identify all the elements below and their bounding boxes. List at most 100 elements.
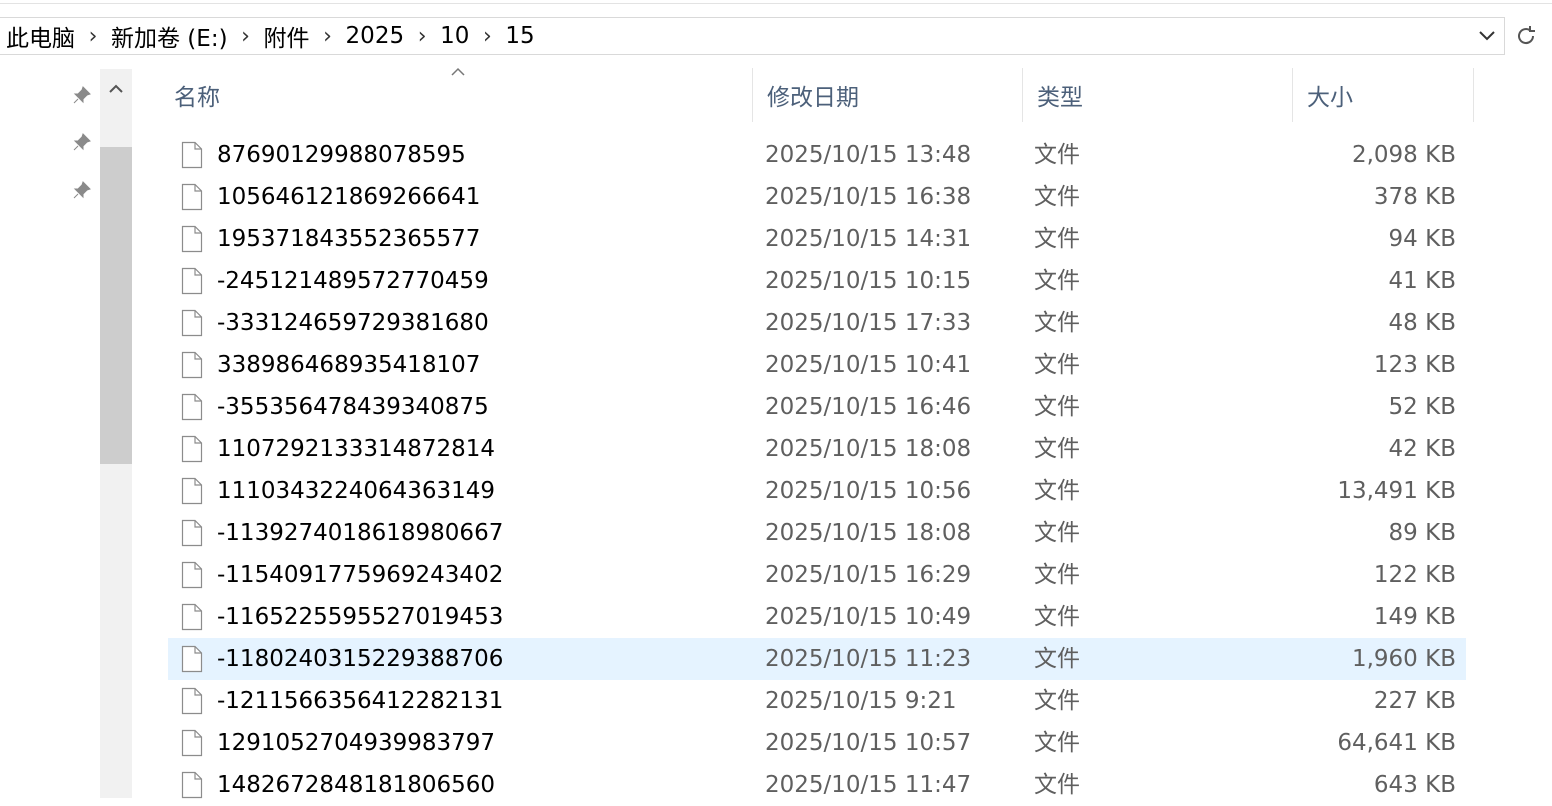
file-modified-date: 2025/10/15 17:33 <box>765 310 972 336</box>
file-name: 338986468935418107 <box>217 352 481 378</box>
chevron-down-icon <box>1479 31 1495 41</box>
file-type: 文件 <box>1034 184 1080 210</box>
file-row[interactable]: -1154091775969243402 2025/10/15 16:29 文件 12… <box>168 554 1466 596</box>
file-size: 149 KB <box>1373 604 1456 630</box>
chevron-right-icon[interactable]: › <box>232 17 260 55</box>
chevron-right-icon[interactable]: › <box>408 17 436 55</box>
column-header-name[interactable]: 名称 <box>160 67 753 122</box>
column-header-label: 类型 <box>1037 85 1083 111</box>
breadcrumb-item-year[interactable]: 2025 <box>342 23 409 49</box>
file-name: -1154091775969243402 <box>217 562 504 588</box>
address-history-dropdown-button[interactable] <box>1470 18 1504 54</box>
file-modified-date: 2025/10/15 11:23 <box>765 646 972 672</box>
file-row[interactable]: 87690129988078595 2025/10/15 13:48 文件 2,098… <box>168 134 1466 176</box>
file-type: 文件 <box>1034 268 1080 294</box>
file-row[interactable]: -1139274018618980667 2025/10/15 18:08 文件 89… <box>168 512 1466 554</box>
file-row[interactable]: 195371843552365577 2025/10/15 14:31 文件 94 K… <box>168 218 1466 260</box>
file-size: 48 KB <box>1388 310 1456 336</box>
file-type: 文件 <box>1034 478 1080 504</box>
file-name: -1165225595527019453 <box>217 604 504 630</box>
pin-icon[interactable] <box>68 176 96 204</box>
file-name: -1180240315229388706 <box>217 646 504 672</box>
file-modified-date: 2025/10/15 10:56 <box>765 478 972 504</box>
file-name: 1291052704939983797 <box>217 730 496 756</box>
file-list: 87690129988078595 2025/10/15 13:48 文件 2,098… <box>168 134 1466 806</box>
breadcrumb-item-month[interactable]: 10 <box>436 23 473 49</box>
pin-icon[interactable] <box>68 128 96 156</box>
file-size: 123 KB <box>1373 352 1456 378</box>
file-type: 文件 <box>1034 352 1080 378</box>
chevron-right-icon[interactable]: › <box>79 17 107 55</box>
navigation-scrollbar[interactable] <box>100 69 132 798</box>
file-type: 文件 <box>1034 520 1080 546</box>
file-modified-date: 2025/10/15 10:41 <box>765 352 972 378</box>
breadcrumb-item-attachments[interactable]: 附件 <box>260 19 314 53</box>
scroll-thumb[interactable] <box>100 147 132 464</box>
file-type: 文件 <box>1034 562 1080 588</box>
file-size: 227 KB <box>1373 688 1456 714</box>
file-icon <box>181 351 203 379</box>
file-modified-date: 2025/10/15 11:47 <box>765 772 972 798</box>
file-name: 87690129988078595 <box>217 142 466 168</box>
file-icon <box>181 435 203 463</box>
file-icon <box>181 687 203 715</box>
address-bar[interactable]: 此电脑 › 新加卷 (E:) › 附件 › 2025 › 10 › 15 <box>0 17 1505 55</box>
refresh-icon <box>1518 26 1535 45</box>
chevron-right-icon[interactable]: › <box>473 17 501 55</box>
chevron-right-icon[interactable]: › <box>314 17 342 55</box>
navigation-pane <box>0 55 135 798</box>
file-size: 122 KB <box>1373 562 1456 588</box>
file-row[interactable]: -333124659729381680 2025/10/15 17:33 文件 48 … <box>168 302 1466 344</box>
file-icon <box>181 771 203 799</box>
file-name: -333124659729381680 <box>217 310 489 336</box>
file-row[interactable]: 105646121869266641 2025/10/15 16:38 文件 378 … <box>168 176 1466 218</box>
file-type: 文件 <box>1034 226 1080 252</box>
file-row[interactable]: -1165225595527019453 2025/10/15 10:49 文件 14… <box>168 596 1466 638</box>
file-icon <box>181 225 203 253</box>
file-type: 文件 <box>1034 310 1080 336</box>
file-row[interactable]: -355356478439340875 2025/10/15 16:46 文件 52 … <box>168 386 1466 428</box>
window-top-border <box>0 0 1552 4</box>
file-row[interactable]: -1211566356412282131 2025/10/15 9:21 文件 227… <box>168 680 1466 722</box>
refresh-button[interactable] <box>1507 17 1545 55</box>
column-header-date[interactable]: 修改日期 <box>753 68 1023 122</box>
file-row[interactable]: -1180240315229388706 2025/10/15 11:23 文件 1,… <box>168 638 1466 680</box>
file-icon <box>181 393 203 421</box>
file-modified-date: 2025/10/15 16:38 <box>765 184 972 210</box>
file-name: -1211566356412282131 <box>217 688 504 714</box>
file-row[interactable]: 1291052704939983797 2025/10/15 10:57 文件 64,… <box>168 722 1466 764</box>
breadcrumb-item-day[interactable]: 15 <box>501 23 538 49</box>
pin-icon[interactable] <box>68 81 96 109</box>
file-icon <box>181 645 203 673</box>
column-header-label: 名称 <box>174 85 220 111</box>
file-modified-date: 2025/10/15 16:46 <box>765 394 972 420</box>
column-header-label: 修改日期 <box>767 85 859 111</box>
file-name: -245121489572770459 <box>217 268 489 294</box>
scroll-up-button[interactable] <box>100 69 132 109</box>
file-size: 42 KB <box>1388 436 1456 462</box>
file-row[interactable]: 1107292133314872814 2025/10/15 18:08 文件 42 … <box>168 428 1466 470</box>
file-icon <box>181 267 203 295</box>
sort-ascending-icon <box>451 67 465 76</box>
file-size: 378 KB <box>1373 184 1456 210</box>
file-size: 643 KB <box>1373 772 1456 798</box>
file-icon <box>181 561 203 589</box>
file-size: 94 KB <box>1388 226 1456 252</box>
file-type: 文件 <box>1034 604 1080 630</box>
file-name: -355356478439340875 <box>217 394 489 420</box>
file-name: 105646121869266641 <box>217 184 481 210</box>
file-modified-date: 2025/10/15 9:21 <box>765 688 957 714</box>
column-header-size[interactable]: 大小 <box>1293 68 1474 122</box>
file-name: 1110343224064363149 <box>217 478 496 504</box>
file-size: 2,098 KB <box>1351 142 1456 168</box>
breadcrumb-item-this-pc[interactable]: 此电脑 <box>2 19 79 53</box>
file-row[interactable]: 1482672848181806560 2025/10/15 11:47 文件 643… <box>168 764 1466 806</box>
file-icon <box>181 183 203 211</box>
chevron-up-icon <box>109 84 123 93</box>
file-row[interactable]: 338986468935418107 2025/10/15 10:41 文件 123 … <box>168 344 1466 386</box>
file-row[interactable]: -245121489572770459 2025/10/15 10:15 文件 41 … <box>168 260 1466 302</box>
breadcrumb-item-drive[interactable]: 新加卷 (E:) <box>107 19 232 53</box>
file-row[interactable]: 1110343224064363149 2025/10/15 10:56 文件 13,… <box>168 470 1466 512</box>
column-header-type[interactable]: 类型 <box>1023 68 1293 122</box>
file-modified-date: 2025/10/15 13:48 <box>765 142 972 168</box>
